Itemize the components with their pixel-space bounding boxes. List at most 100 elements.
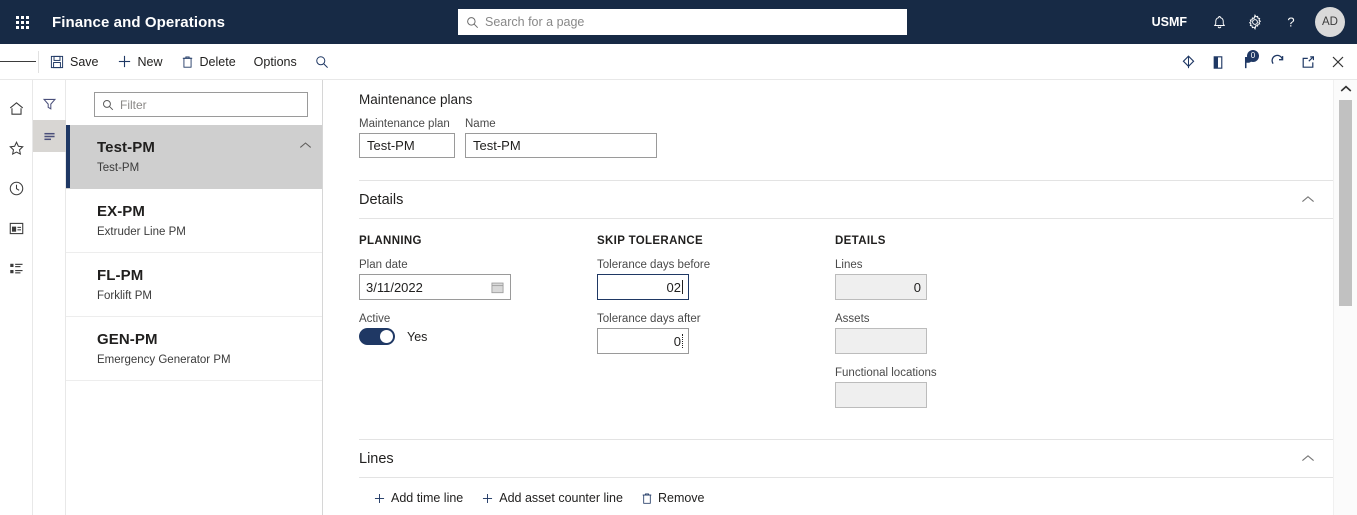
tolerance-days-before-input[interactable]: 02 <box>597 274 689 300</box>
list-pane-icon[interactable] <box>32 120 66 152</box>
refresh-icon[interactable] <box>1263 44 1293 80</box>
avatar[interactable]: AD <box>1315 7 1345 37</box>
tolerance-days-after-input[interactable]: 0 <box>597 328 689 354</box>
active-toggle-label: Yes <box>407 329 428 344</box>
toggle-knob <box>380 330 393 343</box>
functional-locations-field-group: Functional locations <box>835 367 1073 408</box>
question-icon[interactable]: ? <box>1273 0 1309 44</box>
filter-pane-icon[interactable] <box>33 88 66 120</box>
functional-locations-label: Functional locations <box>835 367 937 379</box>
filter-box-container <box>66 80 322 125</box>
add-time-line-label: Add time line <box>391 491 464 505</box>
maintenance-plan-field-group: Maintenance plan Test-PM <box>359 118 455 158</box>
plus-icon <box>117 54 132 69</box>
lines-fasttab-header[interactable]: Lines <box>359 440 1333 478</box>
active-label: Active <box>359 313 391 325</box>
maintenance-plan-input[interactable]: Test-PM <box>359 133 455 158</box>
name-label: Name <box>465 118 496 130</box>
list-item[interactable]: GEN-PM Emergency Generator PM <box>66 317 322 381</box>
rail-favorites-icon[interactable] <box>0 128 33 168</box>
global-search-box[interactable] <box>458 9 907 35</box>
maintenance-plan-label: Maintenance plan <box>359 118 450 130</box>
name-input[interactable]: Test-PM <box>465 133 657 158</box>
skip-tolerance-column-heading: SKIP TOLERANCE <box>597 235 704 247</box>
assets-field-group: Assets <box>835 313 1073 354</box>
remove-label: Remove <box>657 491 705 505</box>
lines-fasttab-title: Lines <box>359 450 394 467</box>
tolerance-days-after-field-group: Tolerance days after 0 <box>597 313 835 354</box>
action-pane-toolbar: Save New Delete Options 0 <box>0 44 1357 80</box>
new-button[interactable]: New <box>108 44 172 80</box>
add-asset-counter-line-button[interactable]: Add asset counter line <box>473 488 633 508</box>
chevron-up-icon[interactable] <box>299 141 312 150</box>
save-button[interactable]: Save <box>41 44 108 80</box>
text-caret <box>682 280 683 294</box>
assets-label: Assets <box>835 313 870 325</box>
rail-modules-icon[interactable] <box>0 248 33 288</box>
add-asset-counter-line-label: Add asset counter line <box>499 491 623 505</box>
details-column: DETAILS Lines 0 Assets Functional locati… <box>835 235 1073 421</box>
app-title: Finance and Operations <box>52 13 226 31</box>
text-cursor-indicator <box>682 334 683 348</box>
chevron-up-icon[interactable] <box>1301 454 1315 463</box>
vertical-scrollbar-thumb[interactable] <box>1339 100 1352 306</box>
trash-icon <box>641 492 653 505</box>
list-item[interactable]: EX-PM Extruder Line PM <box>66 189 322 253</box>
page-title: Maintenance plans <box>359 92 473 107</box>
hamburger-menu-icon[interactable] <box>0 44 36 80</box>
chevron-up-icon[interactable] <box>1301 195 1315 204</box>
list-item-subtitle: Extruder Line PM <box>97 226 186 238</box>
close-icon[interactable] <box>1323 44 1353 80</box>
top-navigation-right-group: USMF ? AD <box>1152 0 1357 44</box>
list-item-subtitle: Test-PM <box>97 162 140 174</box>
plan-date-input[interactable]: 3/11/2022 <box>359 274 511 300</box>
delete-button-label: Delete <box>199 54 236 69</box>
search-icon <box>315 55 329 69</box>
chevron-up-icon[interactable] <box>1334 80 1357 98</box>
details-fasttab-body: PLANNING Plan date 3/11/2022 Active Yes … <box>359 219 1333 439</box>
active-field-group: Active Yes <box>359 313 597 345</box>
new-button-label: New <box>137 54 163 69</box>
details-fasttab-title: Details <box>359 191 404 208</box>
add-time-line-button[interactable]: Add time line <box>371 488 473 508</box>
search-input[interactable] <box>485 15 885 29</box>
list-item[interactable]: FL-PM Forklift PM <box>66 253 322 317</box>
waffle-grid-icon[interactable] <box>0 0 44 44</box>
list-item-subtitle: Emergency Generator PM <box>97 354 231 366</box>
rail-recent-icon[interactable] <box>0 168 33 208</box>
notifications-icon[interactable]: 0 <box>1233 44 1263 80</box>
svg-text:?: ? <box>1287 15 1294 30</box>
lines-label: Lines <box>835 259 863 271</box>
calendar-icon[interactable] <box>491 281 504 294</box>
options-button[interactable]: Options <box>245 44 306 80</box>
vertical-scrollbar[interactable] <box>1333 80 1357 515</box>
delete-button[interactable]: Delete <box>172 44 245 80</box>
bell-icon[interactable] <box>1201 0 1237 44</box>
toolbar-search-button[interactable] <box>306 44 338 80</box>
functional-locations-count-value <box>835 382 927 408</box>
open-in-new-window-icon[interactable] <box>1293 44 1323 80</box>
lines-fasttab: Lines Add time line Add asset counter li… <box>359 439 1333 515</box>
list-item[interactable]: Test-PM Test-PM <box>66 125 322 189</box>
active-toggle[interactable] <box>359 328 395 345</box>
plus-icon <box>481 492 494 505</box>
gear-icon[interactable] <box>1237 0 1273 44</box>
left-navigation-rail <box>0 80 33 515</box>
rail-home-icon[interactable] <box>0 88 33 128</box>
search-icon <box>102 99 114 111</box>
tolerance-days-after-label: Tolerance days after <box>597 313 701 325</box>
list-filter-box[interactable] <box>94 92 308 117</box>
dynamics-finance-operations-window: Finance and Operations USMF <box>0 0 1357 515</box>
share-icon[interactable] <box>1173 44 1203 80</box>
save-button-label: Save <box>70 54 99 69</box>
skip-tolerance-column: SKIP TOLERANCE Tolerance days before 02 … <box>597 235 835 421</box>
details-fasttab-header[interactable]: Details <box>359 181 1333 219</box>
list-item-title: EX-PM <box>97 203 146 220</box>
attachments-icon[interactable] <box>1203 44 1233 80</box>
filter-input[interactable] <box>120 97 290 112</box>
options-button-label: Options <box>253 54 297 69</box>
tolerance-days-before-label: Tolerance days before <box>597 259 711 271</box>
rail-workspaces-icon[interactable] <box>0 208 33 248</box>
remove-button[interactable]: Remove <box>633 488 715 508</box>
planning-column: PLANNING Plan date 3/11/2022 Active Yes <box>359 235 597 421</box>
